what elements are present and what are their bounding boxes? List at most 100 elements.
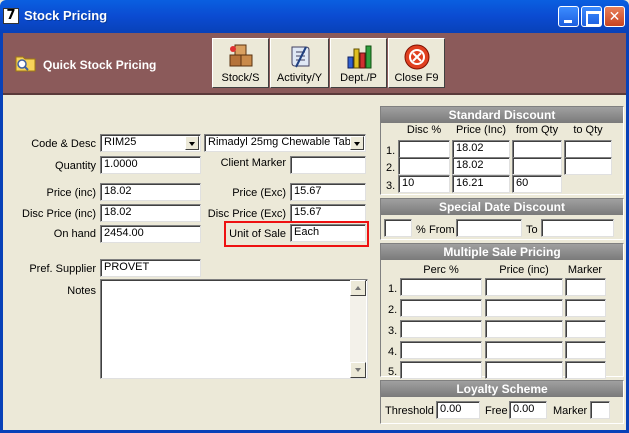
bar-chart-icon <box>347 45 371 69</box>
row-number: 2. <box>386 162 396 174</box>
disc-percent-input[interactable] <box>398 157 450 175</box>
msp-marker-input[interactable] <box>565 299 606 317</box>
loyalty-scheme-title: Loyalty Scheme <box>381 381 623 397</box>
title-bar[interactable]: 7 Stock Pricing <box>0 0 629 33</box>
disc-price-input[interactable]: 18.02 <box>452 157 510 175</box>
perc-input[interactable] <box>400 278 482 296</box>
msp-price-input[interactable] <box>485 278 563 296</box>
perc-input[interactable] <box>400 361 482 379</box>
perc-header: Perc % <box>423 264 459 276</box>
notes-textarea[interactable] <box>100 279 368 379</box>
pref-supplier-input[interactable]: PROVET <box>100 259 201 277</box>
close-circle-icon <box>404 44 429 70</box>
free-input[interactable]: 0.00 <box>509 401 547 419</box>
code-value: RIM25 <box>104 136 137 148</box>
quantity-input[interactable]: 1.0000 <box>100 156 201 174</box>
quick-stock-pricing-label[interactable]: Quick Stock Pricing <box>43 58 156 72</box>
to-qty-header: to Qty <box>573 124 603 136</box>
price-inc-label: Price (inc) <box>46 187 96 199</box>
row-number: 2. <box>388 304 398 316</box>
close-f9-button-label: Close F9 <box>394 72 439 84</box>
threshold-label: Threshold <box>385 405 434 417</box>
from-date-input[interactable] <box>456 219 522 237</box>
unit-of-sale-label: Unit of Sale <box>229 228 286 240</box>
price-inc-input[interactable]: 18.02 <box>100 183 201 201</box>
row-number: 3. <box>388 325 398 337</box>
quantity-label: Quantity <box>55 160 96 172</box>
client-marker-label: Client Marker <box>220 157 286 169</box>
to-qty-input[interactable] <box>564 157 612 175</box>
special-date-discount-title: Special Date Discount <box>381 199 623 215</box>
disc-price-inc-label: Disc Price (inc) <box>22 208 96 220</box>
close-window-button[interactable] <box>604 6 625 27</box>
threshold-input[interactable]: 0.00 <box>436 401 480 419</box>
disc-price-inc-input[interactable]: 18.02 <box>100 204 201 222</box>
scroll-icon <box>291 46 309 68</box>
dept-button[interactable]: Dept./P <box>330 38 387 88</box>
disc-price-exc-input[interactable]: 15.67 <box>290 204 366 222</box>
to-qty-input[interactable] <box>564 140 612 158</box>
msp-marker-input[interactable] <box>565 320 606 338</box>
disc-price-input[interactable]: 18.02 <box>452 140 510 158</box>
msp-price-input[interactable] <box>485 299 563 317</box>
boxes-icon <box>229 44 252 67</box>
row-number: 3. <box>386 180 396 192</box>
from-qty-input[interactable] <box>512 140 562 158</box>
perc-input[interactable] <box>400 299 482 317</box>
notes-label: Notes <box>67 285 96 297</box>
loyalty-marker-label: Marker <box>553 405 588 417</box>
disc-percent-input[interactable] <box>398 140 450 158</box>
description-select[interactable]: Rimadyl 25mg Chewable Tab <box>204 134 366 152</box>
msp-marker-input[interactable] <box>565 361 606 379</box>
from-qty-input[interactable] <box>512 157 562 175</box>
scroll-down-icon[interactable] <box>350 362 366 378</box>
msp-marker-input[interactable] <box>565 341 606 359</box>
stock-button[interactable]: Stock/S <box>212 38 269 88</box>
chevron-down-icon[interactable] <box>350 136 364 150</box>
disc-price-input[interactable]: 16.21 <box>452 175 510 193</box>
to-label: To <box>526 224 538 236</box>
to-date-input[interactable] <box>541 219 614 237</box>
free-label: Free <box>485 405 508 417</box>
activity-button[interactable]: Activity/Y <box>270 38 329 88</box>
from-qty-header: from Qty <box>515 124 559 136</box>
maximize-button[interactable] <box>581 6 602 27</box>
client-marker-input[interactable] <box>290 156 366 174</box>
marker-header: Marker <box>567 264 603 276</box>
row-number: 1. <box>386 145 396 157</box>
minimize-button[interactable] <box>558 6 579 27</box>
from-qty-input[interactable]: 60 <box>512 175 562 193</box>
activity-button-label: Activity/Y <box>276 72 323 84</box>
loyalty-marker-input[interactable] <box>590 401 610 419</box>
notes-scrollbar[interactable] <box>350 280 366 378</box>
msp-price-input[interactable] <box>485 341 563 359</box>
disc-percent-input[interactable]: 10 <box>398 175 450 193</box>
on-hand-label: On hand <box>53 228 96 240</box>
code-desc-label: Code & Desc <box>31 138 96 150</box>
msp-price-input[interactable] <box>485 361 563 379</box>
row-number: 1. <box>388 283 398 295</box>
code-select[interactable]: RIM25 <box>100 134 201 152</box>
special-percent-input[interactable] <box>384 219 412 237</box>
scroll-up-icon[interactable] <box>350 280 366 296</box>
perc-input[interactable] <box>400 341 482 359</box>
unit-of-sale-input[interactable]: Each <box>290 224 366 242</box>
standard-discount-title: Standard Discount <box>381 107 623 123</box>
disc-percent-header: Disc % <box>406 124 442 136</box>
pref-supplier-label: Pref. Supplier <box>29 263 96 275</box>
price-inc-header: Price (Inc) <box>455 124 507 136</box>
on-hand-input[interactable]: 2454.00 <box>100 225 201 243</box>
window-title: Stock Pricing <box>24 8 108 23</box>
description-value: Rimadyl 25mg Chewable Tab <box>208 136 351 148</box>
multiple-sale-pricing-title: Multiple Sale Pricing <box>381 244 623 260</box>
chevron-down-icon[interactable] <box>185 136 199 150</box>
perc-input[interactable] <box>400 320 482 338</box>
percent-label: % <box>416 224 426 236</box>
msp-price-input[interactable] <box>485 320 563 338</box>
app-7-icon[interactable]: 7 <box>3 8 19 24</box>
close-f9-button[interactable]: Close F9 <box>388 38 445 88</box>
dept-button-label: Dept./P <box>340 72 377 84</box>
price-exc-label: Price (Exc) <box>232 187 286 199</box>
price-exc-input[interactable]: 15.67 <box>290 183 366 201</box>
msp-marker-input[interactable] <box>565 278 606 296</box>
